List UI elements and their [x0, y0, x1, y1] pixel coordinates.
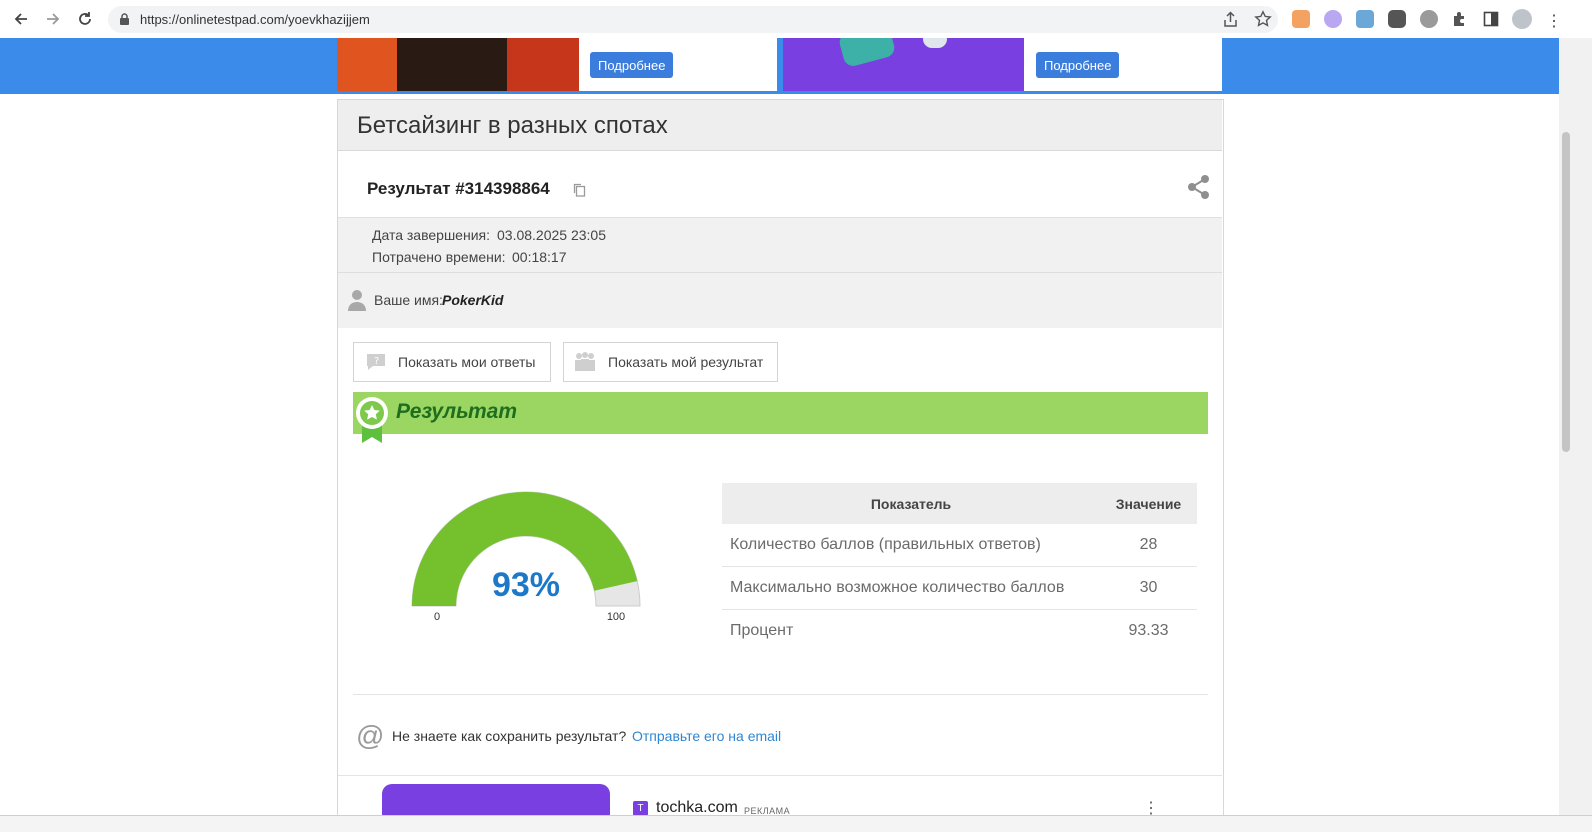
fox-extension-icon[interactable]: [1292, 10, 1310, 28]
video-extension-icon[interactable]: [1388, 10, 1406, 28]
grid-extension-icon[interactable]: [1356, 10, 1374, 28]
back-button[interactable]: [10, 8, 32, 30]
row-value: 28: [1100, 524, 1197, 567]
reload-icon: [79, 12, 91, 25]
scrollbar-thumb[interactable]: [1562, 132, 1570, 452]
table-row: Количество баллов (правильных ответов) 2…: [722, 524, 1197, 567]
forward-arrow-icon: [47, 13, 60, 25]
row-label: Максимально возможное количество баллов: [722, 566, 1100, 610]
finished-label: Дата завершения:: [372, 227, 490, 243]
tochka-logo-icon: T: [633, 801, 648, 816]
globe-extension-icon[interactable]: [1420, 10, 1438, 28]
share-page-icon[interactable]: [1222, 11, 1239, 33]
side-panel-icon[interactable]: [1483, 11, 1499, 32]
result-gauge: 93% 0 100: [411, 491, 641, 623]
question-bubble-icon: ?: [367, 354, 385, 370]
share-icon[interactable]: [1187, 174, 1211, 205]
spent-label: Потрачено времени:: [372, 249, 506, 265]
gauge-percent-text: 93%: [492, 566, 560, 604]
result-section-title: Результат: [396, 400, 518, 423]
profile-avatar-icon[interactable]: [1512, 9, 1532, 29]
email-result-link[interactable]: Отправьте его на email: [632, 728, 781, 744]
row-value: 93.33: [1128, 622, 1169, 639]
copy-icon[interactable]: [573, 183, 586, 202]
name-value: PokerKid: [442, 292, 504, 308]
ad-more-button-1[interactable]: Подробнее: [590, 52, 674, 78]
url-text[interactable]: https://onlinetestpad.com/yoevkhazijjem: [140, 12, 370, 27]
table-header-row: Показатель Значение: [722, 483, 1197, 524]
show-result-button[interactable]: Показать мой результат: [563, 342, 778, 382]
browser-menu-icon[interactable]: ⋮: [1546, 11, 1562, 31]
content-divider: [353, 694, 1208, 695]
name-label: Ваше имя:: [374, 292, 443, 308]
column-header-value: Значение: [1100, 483, 1197, 524]
bookmark-star-icon[interactable]: [1254, 10, 1272, 33]
show-result-label: Показать мой результат: [608, 354, 764, 370]
gauge-max-label: 100: [607, 611, 625, 623]
show-answers-label: Показать мои ответы: [398, 354, 536, 370]
back-arrow-icon: [14, 13, 27, 25]
people-icon: [575, 352, 595, 371]
ad-image-1[interactable]: [337, 38, 579, 91]
at-sign-icon: @: [356, 720, 385, 751]
result-table: Показатель Значение Количество баллов (п…: [722, 483, 1197, 652]
table-row: Максимально возможное количество баллов …: [722, 566, 1197, 610]
result-card: [337, 99, 1224, 832]
award-ribbon-icon: [355, 396, 389, 449]
ad-image-2[interactable]: [783, 38, 1024, 91]
forward-button[interactable]: [42, 8, 64, 30]
svg-text:?: ?: [374, 356, 379, 367]
finished-value: 03.08.2025 23:05: [497, 227, 606, 243]
meta-divider: [338, 272, 1222, 273]
extensions-puzzle-icon[interactable]: [1451, 10, 1469, 33]
row-label: Процент: [730, 622, 794, 639]
lock-icon: [119, 13, 130, 31]
bottom-bar: [0, 815, 1592, 832]
reload-button[interactable]: [74, 8, 96, 30]
test-title: Бетсайзинг в разных спотах: [357, 112, 668, 139]
ad-banner-band: [0, 38, 1559, 94]
user-icon: [348, 289, 366, 316]
footer-divider: [338, 775, 1222, 776]
save-question: Не знаете как сохранить результат?: [392, 728, 627, 744]
spent-value: 00:18:17: [512, 249, 567, 265]
row-label: Количество баллов (правильных ответов): [722, 524, 1100, 567]
table-row: Процент 93.33: [722, 610, 1197, 653]
result-number: Результат #314398864: [367, 179, 550, 198]
gauge-min-label: 0: [434, 611, 440, 623]
ad-more-button-2[interactable]: Подробнее: [1036, 52, 1120, 78]
purple-extension-icon[interactable]: [1324, 10, 1342, 28]
column-header-indicator: Показатель: [722, 483, 1100, 524]
show-answers-button[interactable]: ? Показать мои ответы: [353, 342, 551, 382]
row-value: 30: [1100, 566, 1197, 610]
